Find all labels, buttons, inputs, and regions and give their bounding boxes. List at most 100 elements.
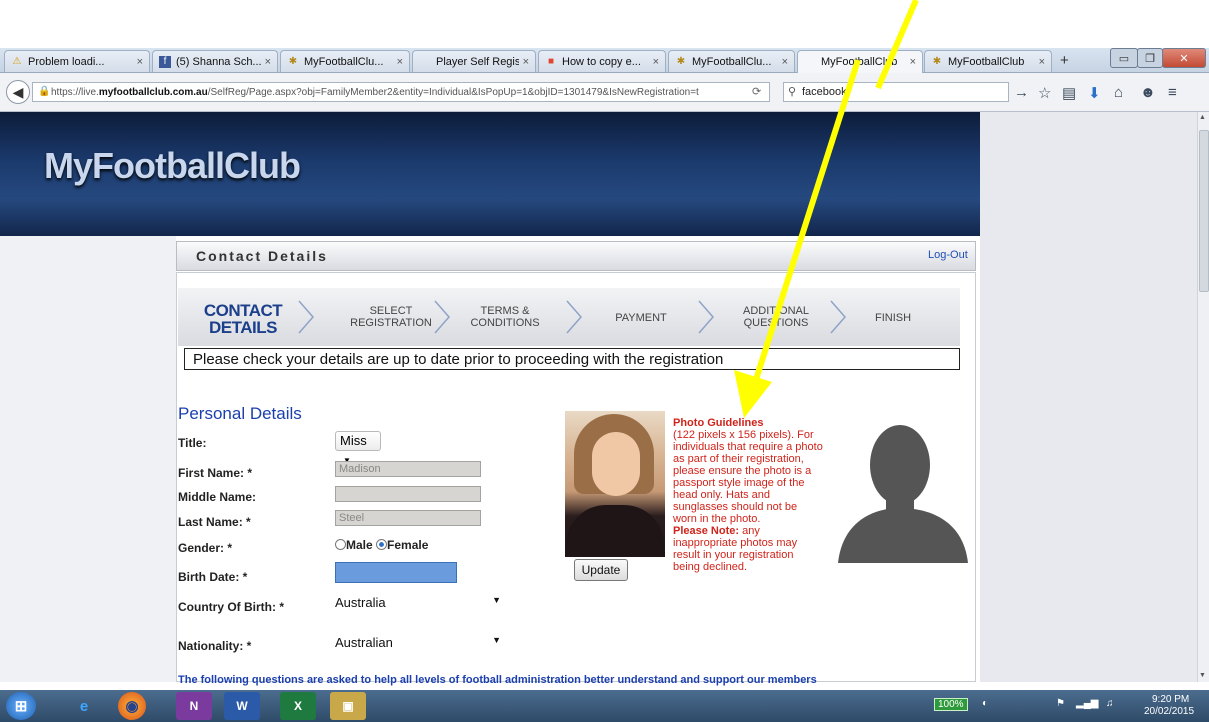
tab-2[interactable]: f (5) Shanna Sch... ×: [152, 50, 278, 72]
guidelines-body: (122 pixels x 156 pixels). For individua…: [673, 429, 823, 525]
title-label: Title:: [178, 436, 207, 450]
bookmark-star-icon[interactable]: ☆: [1038, 84, 1051, 102]
battery-percentage[interactable]: 100%: [934, 698, 968, 711]
nationality-select[interactable]: Australian ▼: [335, 635, 507, 653]
tab-7[interactable]: MyFootballClub ×: [797, 50, 923, 73]
first-name-label: First Name: *: [178, 466, 253, 480]
start-button-icon[interactable]: ⊞: [6, 692, 36, 720]
power-icon[interactable]: ◐: [982, 698, 988, 709]
nationality-label: Nationality: *: [178, 639, 252, 653]
tab-5[interactable]: ■ How to copy e... ×: [538, 50, 666, 72]
reload-icon[interactable]: ⟳: [752, 85, 761, 98]
scroll-up-icon[interactable]: ▲: [1199, 114, 1206, 121]
close-tab-icon[interactable]: ×: [397, 56, 403, 68]
menu-icon[interactable]: ≡: [1168, 84, 1177, 101]
logout-link[interactable]: Log-Out: [928, 249, 968, 261]
chevron-right-icon: [434, 300, 450, 334]
notice-box: Please check your details are up to date…: [184, 348, 960, 370]
forward-search-icon[interactable]: →: [1014, 84, 1029, 101]
internet-explorer-icon[interactable]: e: [66, 692, 102, 720]
step-line-2: REGISTRATION: [350, 317, 432, 329]
birth-date-field[interactable]: [335, 562, 457, 583]
site-logo: MyFootballClub: [44, 145, 301, 186]
step-line-1: PAYMENT: [615, 312, 667, 324]
warning-icon: ⚠: [12, 55, 22, 67]
note-label: Please Note:: [673, 525, 740, 537]
first-name-field[interactable]: Madison: [335, 461, 481, 477]
tab-1[interactable]: ⚠ Problem loadi... ×: [4, 50, 150, 72]
update-photo-button[interactable]: Update: [574, 559, 628, 581]
download-icon[interactable]: ⬇: [1088, 84, 1101, 102]
tab-6[interactable]: ✱ MyFootballClu... ×: [668, 50, 795, 72]
tab-3[interactable]: ✱ MyFootballClu... ×: [280, 50, 410, 72]
firefox-icon[interactable]: ◉: [118, 692, 146, 720]
tab-4[interactable]: Player Self Registra... ×: [412, 50, 536, 72]
nationality-select-value: Australian: [335, 635, 393, 650]
excel-icon[interactable]: X: [280, 692, 316, 720]
step-line-1: CONTACT: [203, 301, 283, 320]
address-bar[interactable]: 🔒 https://live. myfootballclub.com.au/Sel…: [32, 82, 770, 102]
volume-icon[interactable]: ♫: [1106, 698, 1114, 709]
reading-list-icon[interactable]: ▤: [1062, 84, 1076, 102]
tab-8[interactable]: ✱ MyFootballClub ×: [924, 50, 1052, 72]
close-tab-icon[interactable]: ×: [137, 56, 143, 68]
step-5: ADDITIONAL QUESTIONS: [716, 305, 836, 329]
gender-female-radio[interactable]: [376, 539, 388, 550]
step-2: SELECT REGISTRATION: [331, 305, 451, 329]
chevron-down-icon: ▼: [492, 635, 501, 645]
close-tab-icon[interactable]: ×: [782, 56, 788, 68]
middle-name-field[interactable]: [335, 486, 481, 502]
close-tab-icon[interactable]: ×: [653, 56, 659, 68]
step-line-1: SELECT: [369, 305, 413, 317]
minimize-button[interactable]: ▭: [1110, 48, 1138, 68]
scroll-down-icon[interactable]: ▼: [1199, 672, 1206, 679]
network-icon[interactable]: ▂▄▆: [1076, 698, 1098, 709]
close-tab-icon[interactable]: ×: [910, 56, 916, 68]
search-icon: ⚲: [788, 86, 797, 98]
step-line-1: ADDITIONAL: [742, 305, 809, 317]
word-icon[interactable]: W: [224, 692, 260, 720]
step-1: CONTACT DETAILS: [183, 302, 303, 336]
gender-options: Male Female: [335, 538, 428, 552]
explorer-icon[interactable]: ▣: [330, 692, 366, 720]
country-select-value: Australia: [335, 595, 386, 610]
middle-name-label: Middle Name:: [178, 490, 257, 504]
club-icon: ✱: [676, 55, 686, 67]
gender-male-radio[interactable]: [335, 539, 346, 550]
chat-icon[interactable]: ☻: [1140, 84, 1156, 101]
home-icon[interactable]: ⌂: [1114, 84, 1123, 101]
gender-male-label: Male: [346, 538, 373, 552]
club-icon: ✱: [932, 55, 942, 67]
search-input[interactable]: ⚲ facebook: [783, 82, 1009, 102]
tab-label: MyFootballClu...: [304, 55, 384, 68]
last-name-field[interactable]: Steel: [335, 510, 481, 526]
tab-label: Problem loadi...: [28, 55, 105, 68]
page-right-margin: [980, 112, 1197, 682]
tab-label: Player Self Registra...: [436, 55, 519, 68]
back-arrow-icon: ◀: [12, 83, 24, 100]
title-select[interactable]: Miss ▼: [335, 431, 381, 465]
tab-label: How to copy e...: [562, 55, 641, 68]
guidelines-title: Photo Guidelines: [673, 417, 764, 429]
new-tab-button[interactable]: +: [1060, 52, 1069, 69]
page-icon: [804, 56, 816, 68]
chevron-down-icon: ▼: [492, 595, 501, 605]
country-select[interactable]: Australia ▼: [335, 595, 507, 613]
scrollbar-thumb[interactable]: [1199, 130, 1209, 292]
close-tab-icon[interactable]: ×: [265, 56, 271, 68]
step-line-2: CONDITIONS: [470, 317, 540, 329]
onenote-icon[interactable]: N: [176, 692, 212, 720]
clock-date[interactable]: 20/02/2015: [1144, 706, 1194, 717]
back-button[interactable]: ◀: [6, 80, 30, 104]
maximize-button[interactable]: ❐: [1137, 48, 1163, 68]
close-tab-icon[interactable]: ×: [1039, 56, 1045, 68]
flag-icon[interactable]: ⚑: [1056, 698, 1065, 709]
search-value: facebook: [802, 86, 847, 98]
last-name-label: Last Name: *: [178, 515, 251, 529]
clock-time[interactable]: 9:20 PM: [1152, 694, 1189, 705]
close-window-button[interactable]: ✕: [1162, 48, 1206, 68]
close-tab-icon[interactable]: ×: [523, 56, 529, 68]
tab-label: MyFootballClub: [948, 55, 1025, 68]
club-icon: ✱: [288, 55, 298, 67]
chevron-right-icon: [566, 300, 582, 334]
